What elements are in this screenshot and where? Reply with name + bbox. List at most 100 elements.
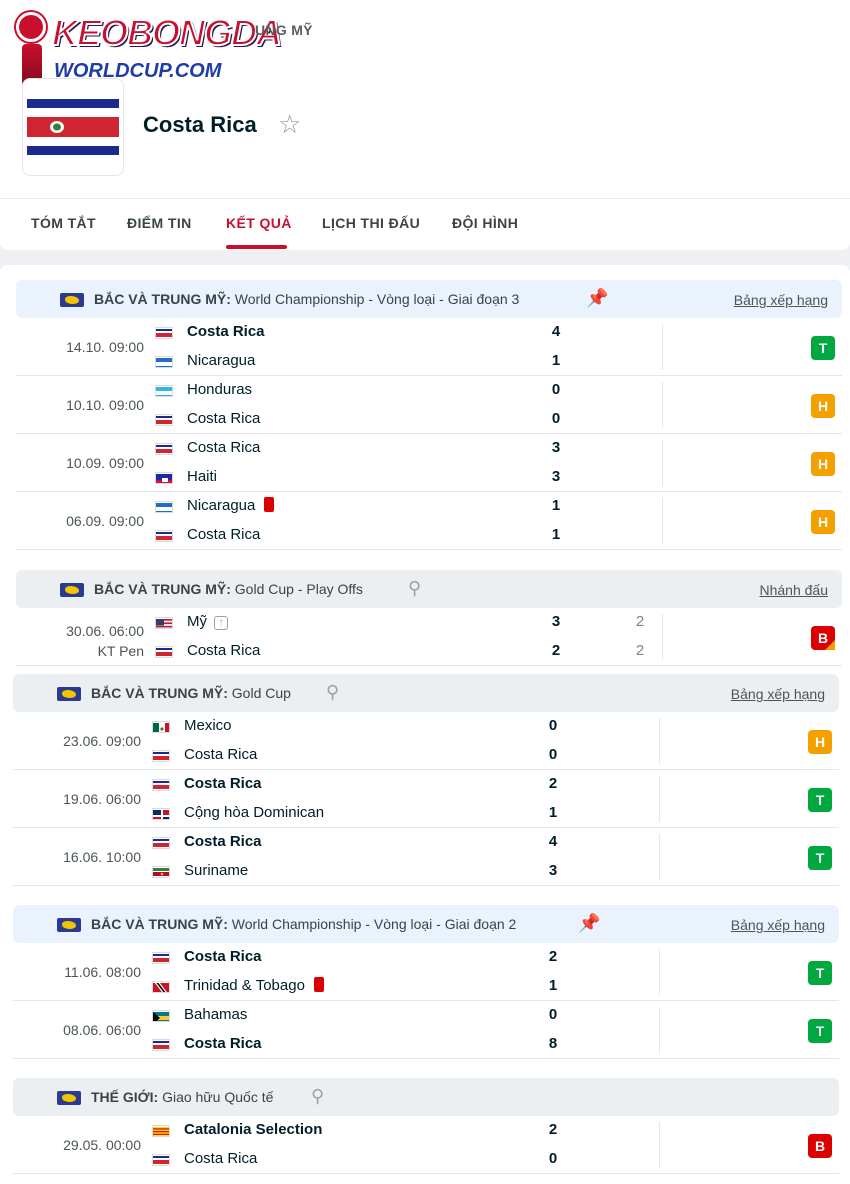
home-score: 2 [548, 1121, 558, 1138]
away-team-name[interactable]: Cộng hòa Dominican [184, 804, 324, 821]
away-flag-icon [152, 1039, 170, 1051]
standings-link[interactable]: Bảng xếp hạng [734, 292, 828, 308]
competition-header[interactable]: THẾ GIỚI: Giao hữu Quốc tế ⚲ [13, 1078, 839, 1116]
home-flag-icon [152, 1125, 170, 1137]
away-team-name[interactable]: Costa Rica [184, 1035, 262, 1052]
competition-header[interactable]: BẮC VÀ TRUNG MỸ: World Championship - Vò… [13, 905, 839, 943]
away-team-name[interactable]: Costa Rica [184, 1150, 257, 1167]
competition-section: BẮC VÀ TRUNG MỸ: Gold Cup ⚲ Bảng xếp hạng 2… [13, 674, 839, 886]
competition-region: THẾ GIỚI: [91, 1089, 159, 1105]
home-flag-icon [152, 779, 170, 791]
competition-region: BẮC VÀ TRUNG MỸ: [91, 685, 228, 701]
tab-fixtures[interactable]: LỊCH THI ĐẤU [322, 215, 420, 231]
standings-link[interactable]: Bảng xếp hạng [731, 686, 825, 702]
match-time: 16.06. 10:00 [63, 849, 141, 865]
match-row[interactable]: 08.06. 06:00 Bahamas 0 Costa Rica 8 T [13, 1001, 839, 1059]
home-team-name[interactable]: Mexico [184, 717, 232, 734]
pin-icon[interactable]: ⚲ [408, 577, 430, 599]
competition-header[interactable]: BẮC VÀ TRUNG MỸ: Gold Cup - Play Offs ⚲ Nh… [16, 570, 842, 608]
match-row[interactable]: 29.05. 00:00 Catalonia Selection 2 Costa Ri… [13, 1116, 839, 1174]
pin-icon[interactable]: ⚲ [326, 681, 348, 703]
competition-title[interactable]: BẮC VÀ TRUNG MỸ: Gold Cup [91, 685, 291, 701]
away-team-name[interactable]: Nicaragua [187, 352, 255, 369]
result-badge: T [808, 961, 832, 985]
divider [659, 718, 660, 764]
favorite-star-icon[interactable]: ☆ [278, 111, 301, 137]
match-row[interactable]: 10.10. 09:00 Honduras 0 Costa Rica 0 H [16, 376, 842, 434]
home-team-name[interactable]: Costa Rica [187, 323, 265, 340]
away-score: 3 [551, 468, 561, 485]
home-team-name[interactable]: Bahamas [184, 1006, 247, 1023]
home-score: 2 [548, 775, 558, 792]
match-row[interactable]: 23.06. 09:00 Mexico 0 Costa Rica 0 H [13, 712, 839, 770]
standings-link[interactable]: Nhánh đấu [759, 582, 828, 598]
home-flag-icon [152, 837, 170, 849]
divider [659, 1007, 660, 1053]
competition-title[interactable]: BẮC VÀ TRUNG MỸ: World Championship - Vò… [91, 916, 516, 932]
competition-title[interactable]: THẾ GIỚI: Giao hữu Quốc tế [91, 1089, 273, 1105]
world-map-icon [60, 583, 84, 597]
competition-section: BẮC VÀ TRUNG MỸ: Gold Cup - Play Offs ⚲ Nh… [16, 570, 842, 666]
home-flag-icon [152, 1010, 170, 1022]
red-card-icon [264, 497, 275, 512]
match-row[interactable]: 11.06. 08:00 Costa Rica 2 Trinidad & Tobago… [13, 943, 839, 1001]
home-flag-icon [155, 327, 173, 339]
match-row[interactable]: 30.06. 06:00 KT Pen Mỹ ↑ 3 2 Costa Rica 2 2 B [16, 608, 842, 666]
competition-title[interactable]: BẮC VÀ TRUNG MỸ: Gold Cup - Play Offs [94, 581, 363, 597]
match-row[interactable]: 19.06. 06:00 Costa Rica 2 Cộng hòa Dominica… [13, 770, 839, 828]
competition-name: Gold Cup [231, 685, 291, 701]
away-team-name[interactable]: Costa Rica [187, 526, 260, 543]
match-time: 10.09. 09:00 [66, 455, 144, 471]
result-badge: B [811, 626, 835, 650]
away-team-name[interactable]: Trinidad & Tobago [184, 977, 324, 994]
home-team-name[interactable]: Costa Rica [184, 833, 262, 850]
match-row[interactable]: 10.09. 09:00 Costa Rica 3 Haiti 3 H [16, 434, 842, 492]
match-row[interactable]: 06.09. 09:00 Nicaragua 1 Costa Rica 1 H [16, 492, 842, 550]
home-team-name[interactable]: Mỹ ↑ [187, 613, 228, 630]
home-team-name[interactable]: Costa Rica [184, 948, 262, 965]
away-score: 1 [548, 804, 558, 821]
tab-results[interactable]: KẾT QUẢ [226, 215, 292, 231]
home-team-name[interactable]: Costa Rica [187, 439, 260, 456]
home-flag-icon [152, 721, 170, 733]
home-team-name[interactable]: Catalonia Selection [184, 1121, 322, 1138]
pin-icon[interactable]: ⚲ [311, 1085, 333, 1107]
divider [662, 498, 663, 544]
away-score: 1 [551, 526, 561, 543]
home-flag-icon [152, 952, 170, 964]
competition-header[interactable]: BẮC VÀ TRUNG MỸ: World Championship - Vò… [16, 280, 842, 318]
home-team-name[interactable]: Costa Rica [184, 775, 262, 792]
tab-news[interactable]: ĐIỂM TIN [127, 215, 192, 231]
competition-title[interactable]: BẮC VÀ TRUNG MỸ: World Championship - Vò… [94, 291, 519, 307]
pin-icon[interactable]: 📌 [586, 287, 608, 309]
tab-summary[interactable]: TÓM TẮT [31, 215, 96, 231]
standings-link[interactable]: Bảng xếp hạng [731, 917, 825, 933]
away-flag-icon [152, 981, 170, 993]
competition-name: World Championship - Vòng loại - Giai đo… [234, 291, 520, 307]
away-team-name[interactable]: Suriname [184, 862, 248, 879]
penalty-corner-mark [825, 640, 835, 650]
away-flag-icon [152, 750, 170, 762]
tab-squad[interactable]: ĐỘI HÌNH [452, 215, 518, 231]
away-team-name[interactable]: Costa Rica [184, 746, 257, 763]
away-team-name[interactable]: Haiti [187, 468, 217, 485]
match-row[interactable]: 16.06. 10:00 Costa Rica 4 Suriname 3 T [13, 828, 839, 886]
team-header: KEOBONGDA WORLDCUP.COM UNG MỸ Costa Rica… [0, 0, 850, 250]
match-row[interactable]: 14.10. 09:00 Costa Rica 4 Nicaragua 1 T [16, 318, 842, 376]
team-flag-logo [22, 78, 124, 176]
result-badge: H [808, 730, 832, 754]
home-score: 0 [551, 381, 561, 398]
competition-header[interactable]: BẮC VÀ TRUNG MỸ: Gold Cup ⚲ Bảng xếp hạng [13, 674, 839, 712]
match-time: 29.05. 00:00 [63, 1137, 141, 1153]
breadcrumb[interactable]: UNG MỸ [255, 22, 313, 38]
result-badge: T [811, 336, 835, 360]
competition-region: BẮC VÀ TRUNG MỸ: [94, 581, 231, 597]
home-team-name[interactable]: Nicaragua [187, 497, 275, 514]
home-flag-icon [155, 501, 173, 513]
away-team-name[interactable]: Costa Rica [187, 410, 260, 427]
pin-icon[interactable]: 📌 [578, 912, 600, 934]
divider [659, 949, 660, 995]
result-badge: T [808, 846, 832, 870]
home-team-name[interactable]: Honduras [187, 381, 252, 398]
away-team-name[interactable]: Costa Rica [187, 642, 260, 659]
